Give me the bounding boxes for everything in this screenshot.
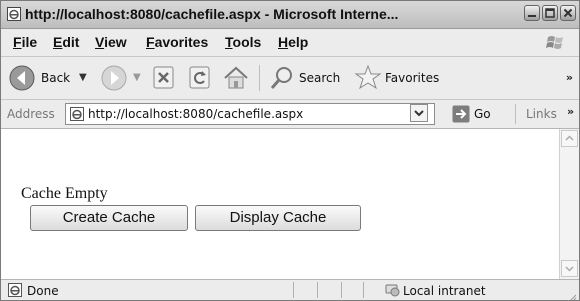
minimize-button[interactable] (524, 5, 540, 21)
address-url: http://localhost:8080/cachefile.aspx (88, 107, 304, 121)
back-label: Back (41, 71, 71, 85)
menu-file[interactable]: File (13, 34, 37, 50)
address-dropdown-button[interactable] (410, 104, 428, 122)
links-chevron-icon[interactable]: » (567, 105, 574, 118)
resize-grip-icon[interactable] (567, 288, 577, 300)
go-arrow-icon (452, 105, 470, 127)
menu-edit[interactable]: Edit (53, 34, 79, 50)
status-divider (341, 282, 342, 298)
menu-tools[interactable]: Tools (225, 34, 261, 50)
standard-toolbar: Back ▼ ▼ Search Favorites » (1, 57, 579, 100)
status-divider (363, 282, 364, 298)
toolbar-chevron-icon[interactable]: » (566, 71, 573, 84)
create-cache-button[interactable]: Create Cache (30, 205, 188, 231)
title-bar: http://localhost:8080/cachefile.aspx - M… (1, 1, 579, 29)
menu-favorites[interactable]: Favorites (146, 34, 208, 50)
ie-page-icon (6, 6, 22, 22)
display-cache-button[interactable]: Display Cache (195, 205, 361, 231)
status-bar: Done Local intranet (1, 279, 579, 300)
windows-logo-icon (543, 32, 569, 54)
maximize-button[interactable] (542, 5, 558, 21)
close-button[interactable] (560, 5, 576, 21)
page-icon (69, 106, 85, 126)
scroll-down-button[interactable] (561, 260, 578, 277)
forward-dropdown-icon[interactable]: ▼ (133, 72, 141, 83)
status-divider (293, 282, 294, 298)
menu-help[interactable]: Help (278, 34, 308, 50)
scroll-up-button[interactable] (561, 130, 578, 147)
forward-button[interactable]: ▼ (99, 63, 143, 93)
security-zone-text: Local intranet (403, 284, 486, 298)
cache-status-text: Cache Empty (21, 185, 108, 202)
done-page-icon (7, 282, 23, 300)
menu-view[interactable]: View (95, 34, 127, 50)
page-content: Cache Empty Create Cache Display Cache (1, 129, 559, 279)
status-text: Done (27, 284, 59, 298)
favorites-label: Favorites (385, 71, 440, 85)
status-divider (317, 282, 318, 298)
address-bar: Address http://localhost:8080/cachefile.… (1, 100, 579, 129)
go-button[interactable] (452, 105, 470, 127)
refresh-button[interactable] (185, 63, 215, 93)
links-label[interactable]: Links (526, 107, 557, 121)
vertical-scrollbar[interactable] (559, 129, 579, 279)
scroll-down-icon (562, 261, 577, 280)
address-input[interactable]: http://localhost:8080/cachefile.aspx (65, 103, 435, 125)
address-label: Address (7, 107, 55, 121)
toolbar-divider (259, 65, 260, 91)
back-dropdown-icon[interactable]: ▼ (79, 72, 87, 83)
search-button[interactable]: Search (267, 63, 347, 93)
intranet-icon (384, 282, 401, 300)
browser-window: http://localhost:8080/cachefile.aspx - M… (0, 0, 580, 301)
go-label[interactable]: Go (474, 107, 491, 121)
menu-bar: File Edit View Favorites Tools Help (1, 29, 579, 57)
scroll-up-icon (562, 131, 577, 150)
favorites-button[interactable]: Favorites (353, 63, 449, 93)
back-button[interactable]: Back ▼ (7, 63, 93, 93)
home-button[interactable] (221, 63, 251, 93)
stop-button[interactable] (149, 63, 179, 93)
search-label: Search (299, 71, 341, 85)
window-title: http://localhost:8080/cachefile.aspx - M… (25, 6, 399, 22)
links-divider (515, 104, 516, 124)
